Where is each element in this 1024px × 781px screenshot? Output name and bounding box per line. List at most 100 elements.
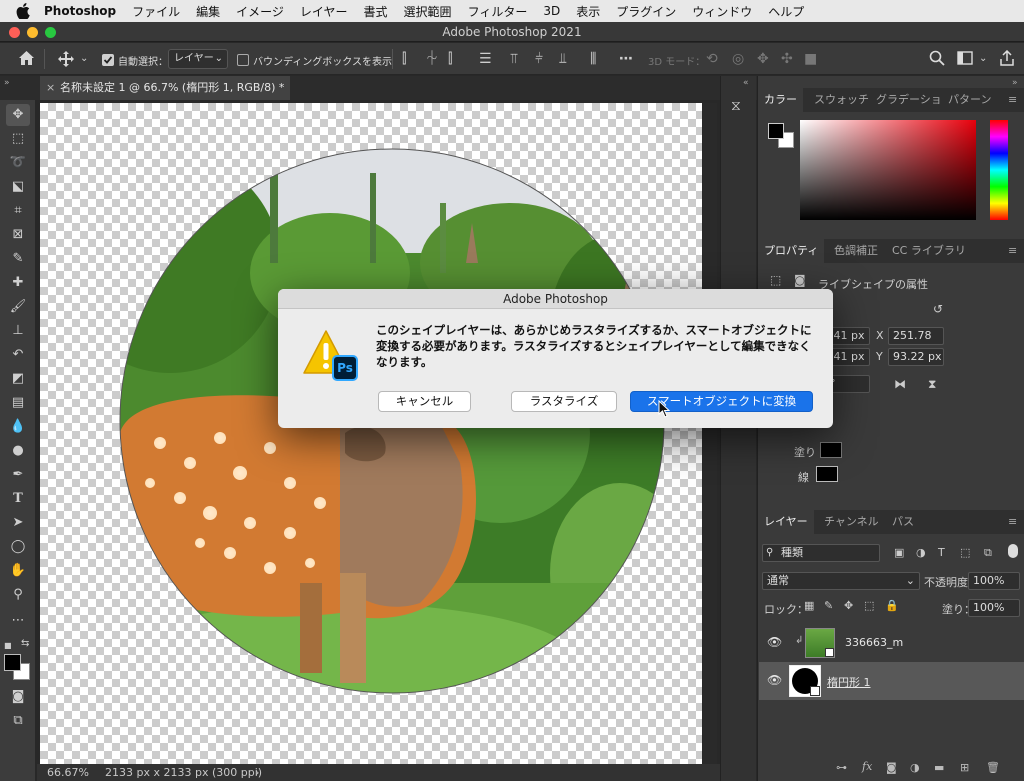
menu-3d[interactable]: 3D xyxy=(543,4,560,18)
zoom-tool-icon[interactable]: ⚲ xyxy=(6,584,30,606)
align-hcenter-icon[interactable]: ⏆ xyxy=(425,51,439,67)
lock-pixels-icon[interactable]: ✎ xyxy=(824,599,833,612)
menu-help[interactable]: ヘルプ xyxy=(768,3,804,20)
filter-type-icon[interactable]: T xyxy=(938,546,945,559)
tab-paths[interactable]: パス xyxy=(886,510,920,534)
distribute-vertical-icon[interactable]: ⫼ xyxy=(590,51,596,67)
tab-adjustments[interactable]: 色調補正 xyxy=(828,239,884,263)
tab-color[interactable]: カラー xyxy=(758,88,803,112)
new-group-icon[interactable]: ▬ xyxy=(934,761,944,774)
tab-swatches[interactable]: スウォッチ xyxy=(808,88,875,112)
layer-effects-icon[interactable]: fx xyxy=(862,760,872,773)
lock-artboard-icon[interactable]: ⬚ xyxy=(864,599,874,612)
3d-orbit-icon[interactable]: ⟲ xyxy=(706,51,718,67)
close-window-button[interactable] xyxy=(9,27,20,38)
edit-toolbar-icon[interactable]: ⋯ xyxy=(6,610,30,632)
collapse-panels-icon[interactable]: « xyxy=(743,78,749,88)
filter-toggle[interactable] xyxy=(1008,544,1018,558)
lock-all-icon[interactable]: 🔒 xyxy=(885,599,899,612)
layer-thumbnail-ellipse[interactable] xyxy=(789,665,821,697)
align-top-icon[interactable]: ⫪ xyxy=(510,51,518,67)
reset-icon[interactable]: ↺ xyxy=(933,302,943,316)
brush-tool-icon[interactable]: 🖌 xyxy=(6,296,30,318)
transform-icon[interactable]: ⬚ xyxy=(770,273,781,287)
healing-brush-icon[interactable]: ✚ xyxy=(6,272,30,294)
3d-pan-icon[interactable]: ✥ xyxy=(757,51,769,67)
menu-type[interactable]: 書式 xyxy=(364,3,388,20)
document-canvas[interactable] xyxy=(40,103,702,764)
workspace-icon[interactable] xyxy=(957,51,973,65)
align-left-icon[interactable]: ⫿ xyxy=(402,51,406,67)
history-brush-icon[interactable]: ↶ xyxy=(6,344,30,366)
filter-smart-object-icon[interactable]: ⧉ xyxy=(984,546,992,560)
layer-row-ellipse[interactable]: 👁 楕円形 1 xyxy=(759,662,1024,700)
auto-select-checkbox[interactable] xyxy=(102,54,114,66)
align-right-icon[interactable]: ⫿ xyxy=(448,51,452,67)
history-panel-icon[interactable]: ⧖ xyxy=(731,98,741,114)
chevron-down-icon[interactable]: ⌄ xyxy=(80,51,88,67)
fill-opacity-field[interactable]: 100% xyxy=(968,599,1020,617)
stroke-swatch[interactable] xyxy=(816,466,838,482)
chevron-down-icon[interactable]: ⌄ xyxy=(979,51,987,67)
menu-layer[interactable]: レイヤー xyxy=(300,3,348,20)
lock-position-icon[interactable]: ✥ xyxy=(844,599,853,612)
x-field[interactable]: 251.78 px xyxy=(888,327,944,358)
y-field[interactable]: 93.22 px xyxy=(888,348,944,366)
menu-app-name[interactable]: Photoshop xyxy=(44,4,116,18)
lock-transparency-icon[interactable]: ▦ xyxy=(804,599,814,612)
layer-name[interactable]: 楕円形 1 xyxy=(827,674,871,690)
zoom-level[interactable]: 66.67% xyxy=(47,764,89,781)
menu-view[interactable]: 表示 xyxy=(576,3,600,20)
type-tool-icon[interactable]: T xyxy=(6,488,30,510)
color-fg-swatch[interactable] xyxy=(768,123,784,139)
flip-vertical-icon[interactable]: ⧗ xyxy=(928,377,936,392)
close-tab-icon[interactable]: × xyxy=(46,76,55,100)
foreground-color-swatch[interactable] xyxy=(4,654,21,671)
minimize-window-button[interactable] xyxy=(27,27,38,38)
document-tab[interactable]: × 名称未設定 1 @ 66.7% (楕円形 1, RGB/8) * xyxy=(40,76,290,100)
hand-tool-icon[interactable]: ✋ xyxy=(6,560,30,582)
menu-plugins[interactable]: プラグイン xyxy=(616,3,676,20)
auto-select-dropdown[interactable]: レイヤー ⌄ xyxy=(168,49,228,69)
cancel-button[interactable]: キャンセル xyxy=(378,391,471,412)
lasso-tool-icon[interactable]: ➰ xyxy=(6,152,30,174)
tab-patterns[interactable]: パターン xyxy=(942,88,997,112)
crop-tool-icon[interactable]: ⌗ xyxy=(6,200,30,222)
move-tool-icon[interactable] xyxy=(57,50,75,68)
collapse-toolbar-icon[interactable]: » xyxy=(4,78,10,88)
filter-adjustment-icon[interactable]: ◑ xyxy=(916,546,926,559)
blur-tool-icon[interactable]: 💧 xyxy=(6,416,30,438)
search-icon[interactable] xyxy=(929,50,945,66)
eraser-tool-icon[interactable]: ◩ xyxy=(6,368,30,390)
adjustment-layer-icon[interactable]: ◑ xyxy=(910,761,920,774)
menu-image[interactable]: イメージ xyxy=(236,3,284,20)
show-bbox-checkbox[interactable] xyxy=(237,54,249,66)
visibility-eye-icon[interactable]: 👁 xyxy=(767,635,782,649)
apple-icon[interactable] xyxy=(16,3,30,19)
layer-thumbnail-photo[interactable] xyxy=(805,628,835,658)
opacity-field[interactable]: 100% xyxy=(968,572,1020,590)
tab-gradients[interactable]: グラデーショ xyxy=(870,88,948,112)
menu-filter[interactable]: フィルター xyxy=(468,3,528,20)
filter-shape-icon[interactable]: ⬚ xyxy=(960,546,970,559)
menu-select[interactable]: 選択範囲 xyxy=(404,3,452,20)
hue-slider[interactable] xyxy=(990,120,1008,220)
tab-cc-libraries[interactable]: CC ライブラリ xyxy=(886,239,972,263)
rasterize-button[interactable]: ラスタライズ xyxy=(511,391,617,412)
menu-window[interactable]: ウィンドウ xyxy=(692,3,752,20)
layer-name[interactable]: 336663_m xyxy=(845,636,903,649)
3d-roll-icon[interactable]: ◎ xyxy=(732,51,744,67)
align-bottom-icon[interactable]: ⫫ xyxy=(559,51,567,67)
filter-pixel-icon[interactable]: ▣ xyxy=(894,546,904,559)
dodge-tool-icon[interactable]: ● xyxy=(6,440,30,462)
document-size-info[interactable]: 2133 px x 2133 px (300 ppi) xyxy=(105,764,262,781)
chevron-right-icon[interactable]: › xyxy=(255,764,259,781)
more-options-icon[interactable]: ⋯ xyxy=(619,51,633,67)
color-picker-field[interactable] xyxy=(800,120,976,220)
quick-mask-icon[interactable]: ◙ xyxy=(6,686,30,708)
share-icon[interactable] xyxy=(1000,50,1014,66)
tab-layers[interactable]: レイヤー xyxy=(758,510,814,534)
panel-menu-icon[interactable]: ≡ xyxy=(1008,239,1017,263)
fill-swatch[interactable] xyxy=(820,442,842,458)
zoom-window-button[interactable] xyxy=(45,27,56,38)
